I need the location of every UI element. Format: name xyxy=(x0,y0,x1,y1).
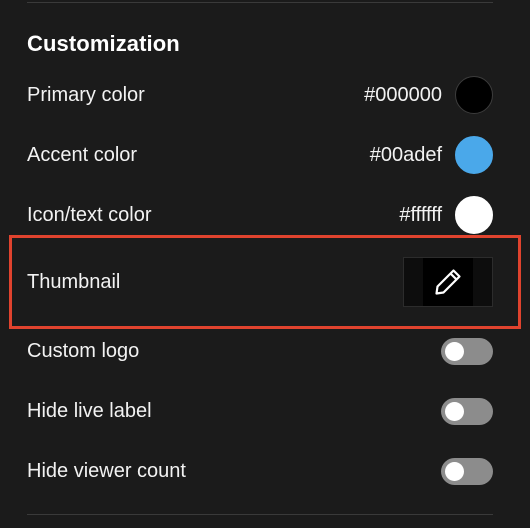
primary-color-swatch[interactable] xyxy=(455,76,493,114)
hide-live-label-label: Hide live label xyxy=(27,399,152,422)
primary-color-label: Primary color xyxy=(27,83,145,106)
pencil-icon xyxy=(435,269,461,295)
bottom-divider xyxy=(27,514,493,515)
primary-color-value: #000000 xyxy=(364,83,442,106)
customization-panel: Customization Primary color #000000 Acce… xyxy=(0,0,530,528)
hide-live-label-row: Hide live label xyxy=(27,391,493,431)
thumbnail-edit-button[interactable] xyxy=(403,257,493,307)
icon-text-color-row: Icon/text color #ffffff xyxy=(27,195,493,235)
accent-color-value: #00adef xyxy=(369,143,442,166)
section-title: Customization xyxy=(27,31,180,56)
thumbnail-preview xyxy=(423,258,473,306)
icon-text-color-swatch[interactable] xyxy=(455,196,493,234)
thumbnail-row: Thumbnail xyxy=(27,257,493,307)
toggle-knob xyxy=(445,341,464,361)
icon-text-color-label: Icon/text color xyxy=(27,203,152,226)
custom-logo-toggle[interactable] xyxy=(441,337,493,365)
accent-color-swatch[interactable] xyxy=(455,136,493,174)
top-divider xyxy=(27,2,493,3)
toggle-knob xyxy=(445,461,464,481)
hide-viewer-count-row: Hide viewer count xyxy=(27,451,493,491)
hide-live-label-toggle[interactable] xyxy=(441,397,493,425)
accent-color-row: Accent color #00adef xyxy=(27,135,493,175)
toggle-knob xyxy=(445,401,464,421)
hide-viewer-count-label: Hide viewer count xyxy=(27,459,186,482)
thumbnail-label: Thumbnail xyxy=(27,270,121,293)
hide-viewer-count-toggle[interactable] xyxy=(441,457,493,485)
accent-color-label: Accent color xyxy=(27,143,138,166)
custom-logo-row: Custom logo xyxy=(27,331,493,371)
custom-logo-label: Custom logo xyxy=(27,339,140,362)
primary-color-row: Primary color #000000 xyxy=(27,75,493,115)
icon-text-color-value: #ffffff xyxy=(399,203,442,226)
